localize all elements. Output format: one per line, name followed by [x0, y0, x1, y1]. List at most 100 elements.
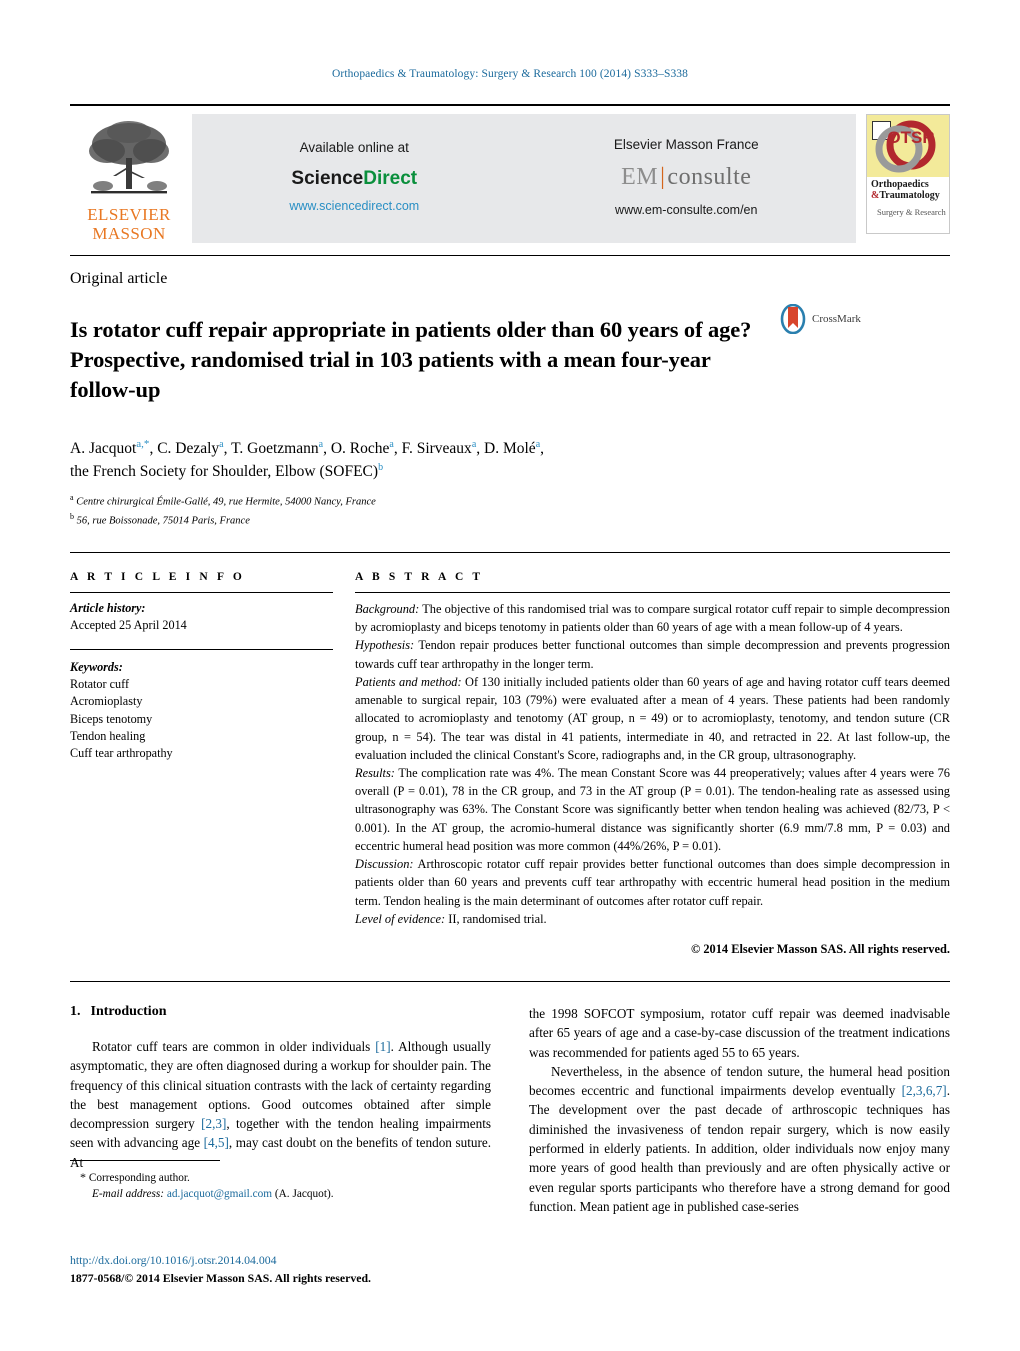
right-column-paragraphs: the 1998 SOFCOT symposium, rotator cuff …	[529, 1004, 950, 1216]
abstract-section: Patients and method: Of 130 initially in…	[355, 673, 950, 764]
page-title: Is rotator cuff repair appropriate in pa…	[70, 316, 752, 402]
paragraph-text: Rotator cuff tears are common in older i…	[92, 1039, 376, 1055]
body-top-rule	[70, 981, 950, 983]
author-separator: ,	[393, 439, 402, 457]
abstract-section-label: Background:	[355, 601, 420, 616]
emconsulte-logo: EM|consulte	[614, 159, 759, 196]
elsevier-masson-logo: ELSEVIER MASSON	[70, 114, 188, 243]
elsevier-masson-france-label: Elsevier Masson France	[613, 136, 759, 152]
info-abstract-region: A R T I C L E I N F O Article history: A…	[70, 571, 950, 957]
elsevier-tree-icon	[89, 121, 169, 194]
citation-reference[interactable]: [4,5]	[204, 1135, 229, 1150]
journal-title-line2: Traumatology	[879, 190, 940, 202]
author-name: O. Roche	[330, 439, 390, 457]
abstract-section: Results: The complication rate was 4%. T…	[355, 764, 950, 855]
info-abstract-top-rule	[70, 551, 950, 553]
availability-banner: Available online at ScienceDirect www.sc…	[192, 114, 856, 243]
citation-reference[interactable]: [2,3,6,7]	[902, 1083, 947, 1098]
abstract-section-text: The complication rate was 4%. The mean C…	[355, 766, 950, 853]
abstract-section: Hypothesis: Tendon repair produces bette…	[355, 636, 950, 672]
article-history-value: Accepted 25 April 2014	[70, 618, 187, 633]
masthead: ELSEVIER MASSON Available online at Scie…	[70, 104, 950, 243]
author-separator: ,	[223, 439, 232, 457]
emconsulte-logo-part2: consulte	[667, 163, 752, 190]
otsr-rings-icon: OTSR	[875, 120, 936, 173]
keywords-block: Keywords: Rotator cuff Acromioplasty Bicep…	[70, 648, 333, 763]
abstract-section-label: Patients and method:	[355, 674, 462, 689]
paragraph-text: . The development over the past decade o…	[529, 1083, 950, 1214]
crossmark-badge[interactable]: CrossMark	[778, 303, 861, 334]
author-separator: ,	[476, 439, 485, 457]
publication-footer: http://dx.doi.org/10.1016/j.otsr.2014.04…	[70, 1252, 530, 1287]
emconsulte-logo-part1: EM	[621, 163, 659, 190]
section-title: Introduction	[90, 1004, 167, 1020]
article-info-heading: A R T I C L E I N F O	[70, 570, 245, 583]
article-page: Orthopaedics & Traumatology: Surgery & R…	[0, 0, 1020, 1351]
authors-line-1: A. Jacquota,*, C. Dezalya, T. Goetzmanna…	[70, 437, 545, 457]
email-address-link[interactable]: ad.jacquot@gmail.com	[167, 1188, 272, 1200]
affiliation-line: b 56, rue Boissonade, 75014 Paris, Franc…	[70, 511, 950, 530]
available-online-label: Available online at	[299, 139, 409, 155]
corresponding-email-line: E-mail address: ad.jacquot@gmail.com (A.…	[70, 1186, 490, 1202]
keyword-item: Biceps tenotomy	[70, 711, 153, 726]
sciencedirect-block: Available online at ScienceDirect www.sc…	[289, 138, 419, 217]
title-row: Is rotator cuff repair appropriate in pa…	[70, 300, 950, 420]
elsevier-wordmark: ELSEVIER	[87, 205, 171, 224]
emconsulte-url[interactable]: www.em-consulte.com/en	[614, 201, 759, 220]
author-affiliation-marker: a,*	[136, 437, 150, 450]
author-separator: ,	[540, 439, 545, 457]
abstract-section-label: Discussion:	[355, 857, 414, 872]
masson-wordmark: MASSON	[92, 224, 166, 244]
affiliations: a Centre chirurgical Émile-Gallé, 49, ru…	[70, 492, 950, 530]
email-address-label: E-mail address:	[92, 1188, 165, 1201]
author-name: F. Sirveaux	[401, 439, 472, 457]
affiliation-text: 56, rue Boissonade, 75014 Paris, France	[74, 515, 250, 527]
abstract-section-label: Hypothesis:	[355, 638, 415, 653]
abstract-section-text: II, randomised trial.	[445, 911, 547, 926]
article-type-kicker: Original article	[70, 269, 168, 287]
author-name: D. Molé	[484, 439, 536, 457]
masthead-bottom-rule	[70, 254, 950, 256]
keyword-item: Tendon healing	[70, 728, 146, 743]
abstract-body: Background: The objective of this random…	[355, 600, 950, 928]
running-head: Orthopaedics & Traumatology: Surgery & R…	[331, 68, 689, 80]
affiliation-line: a Centre chirurgical Émile-Gallé, 49, ru…	[70, 492, 950, 511]
affiliation-text: Centre chirurgical Émile-Gallé, 49, rue …	[73, 496, 376, 508]
abstract-section-text: The objective of this randomised trial w…	[355, 601, 950, 635]
crossmark-icon	[780, 303, 806, 334]
abstract-rule	[355, 591, 950, 593]
email-owner-note: (A. Jacquot).	[274, 1188, 334, 1201]
keywords-label: Keywords:	[70, 659, 123, 674]
corresponding-author-line: * Corresponding author.	[70, 1169, 490, 1186]
keyword-item: Acromioplasty	[70, 694, 143, 709]
abstract-copyright: © 2014 Elsevier Masson SAS. All rights r…	[690, 942, 950, 957]
section-number: 1.	[70, 1004, 81, 1020]
author-list: A. Jacquota,*, C. Dezalya, T. Goetzmanna…	[70, 436, 710, 484]
journal-cover-subtitle: Surgery & Research	[877, 207, 946, 217]
issn-copyright-line: 1877-0568/© 2014 Elsevier Masson SAS. Al…	[70, 1270, 371, 1285]
body-paragraph: Nevertheless, in the absence of tendon s…	[529, 1062, 950, 1216]
left-column-paragraphs: Rotator cuff tears are common in older i…	[70, 1037, 491, 1172]
paragraph-text: the 1998 SOFCOT symposium, rotator cuff …	[529, 1006, 950, 1060]
author-name: T. Goetzmann	[231, 439, 319, 457]
section-heading-introduction: 1. Introduction	[70, 1004, 491, 1020]
abstract-section-label: Results:	[355, 766, 395, 780]
sciencedirect-url[interactable]: www.sciencedirect.com	[289, 197, 419, 216]
emconsulte-block: Elsevier Masson France EM|consulte www.e…	[614, 135, 759, 220]
authors-line-2-affiliation-marker: b	[378, 461, 384, 473]
citation-reference[interactable]: [2,3]	[201, 1116, 226, 1131]
citation-reference[interactable]: [1]	[375, 1039, 390, 1054]
keyword-item: Rotator cuff	[70, 676, 130, 691]
abstract-column: A B S T R A C T Background: The objectiv…	[355, 571, 950, 957]
journal-cover-title: Orthopaedics &Traumatology	[871, 179, 947, 201]
article-info-rule	[70, 591, 333, 593]
article-history-block: Article history: Accepted 25 April 2014	[70, 600, 333, 635]
authors-line-2: the French Society for Shoulder, Elbow (…	[70, 463, 379, 481]
article-info-column: A R T I C L E I N F O Article history: A…	[70, 571, 355, 957]
sciencedirect-logo-part2: Direct	[363, 167, 418, 189]
corresponding-author-footnote: * Corresponding author. E-mail address: …	[70, 1160, 490, 1203]
doi-link[interactable]: http://dx.doi.org/10.1016/j.otsr.2014.04…	[70, 1252, 530, 1270]
author-separator: ,	[323, 439, 331, 457]
sciencedirect-logo: ScienceDirect	[289, 164, 419, 193]
otsr-badge-text: OTSR	[887, 128, 934, 147]
